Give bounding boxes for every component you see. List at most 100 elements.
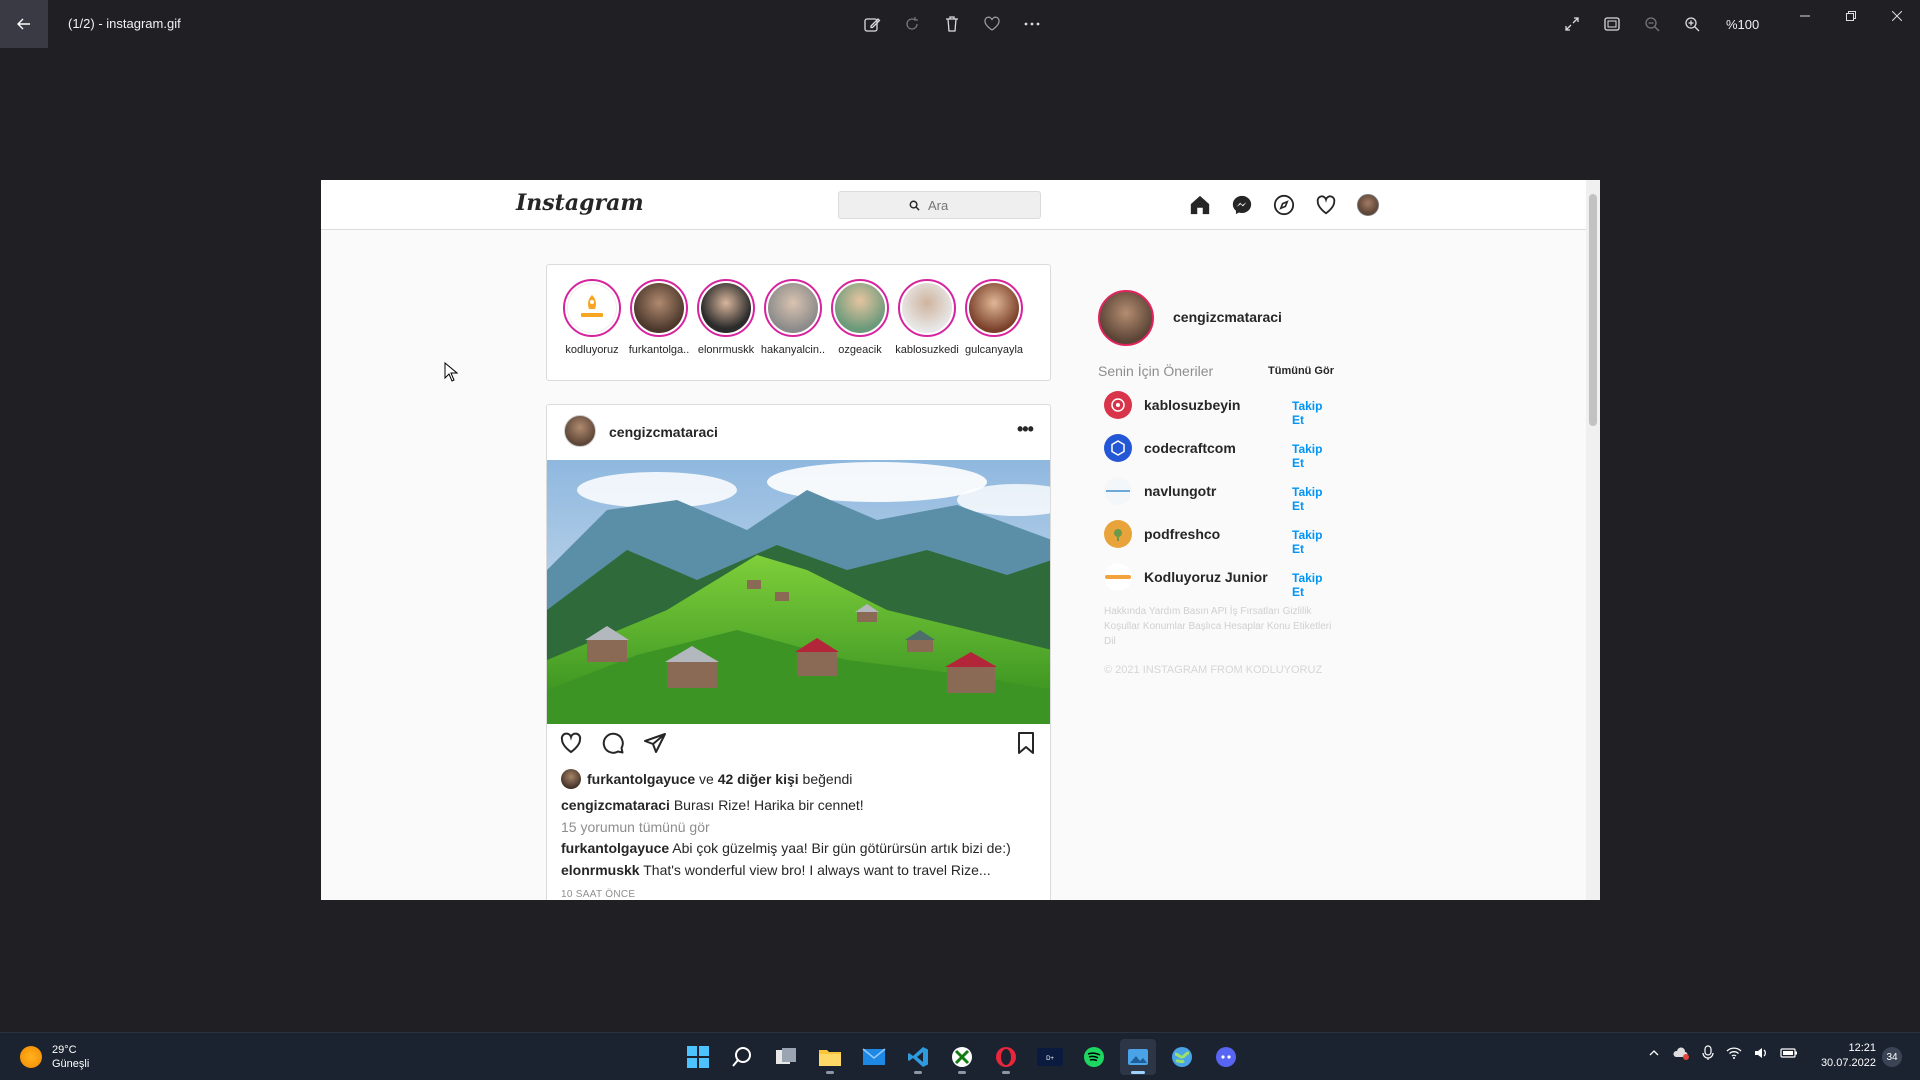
chevron-up-icon[interactable] <box>1648 1047 1660 1059</box>
minimize-icon <box>1800 15 1810 17</box>
close-icon <box>1892 11 1902 21</box>
fit-icon[interactable] <box>1600 10 1624 38</box>
comment-item: furkantolgayuce Abi çok güzelmiş yaa! Bi… <box>561 840 1011 856</box>
post-caption: cengizcmataraci Burası Rize! Harika bir … <box>561 797 864 813</box>
navlungotr-logo[interactable] <box>1104 477 1132 505</box>
rotate-icon[interactable] <box>900 10 924 38</box>
kodluyoruz-junior-logo[interactable] <box>1104 563 1132 591</box>
current-username[interactable]: cengizcmataraci <box>1173 309 1282 325</box>
clock-date: 30.07.2022 <box>1820 1057 1876 1069</box>
opera-icon[interactable] <box>988 1039 1024 1075</box>
footer-links[interactable]: Hakkında Yardım Basın API İş Fırsatları … <box>1104 604 1334 649</box>
current-user-avatar[interactable] <box>1098 290 1154 346</box>
liker-username[interactable]: furkantolgayuce <box>587 771 695 787</box>
story-item[interactable]: kodluyoruz <box>557 279 627 356</box>
system-tray <box>1648 1045 1798 1061</box>
post-avatar[interactable] <box>564 415 596 447</box>
follow-button[interactable]: Takip Et <box>1292 528 1334 556</box>
follow-button[interactable]: Takip Et <box>1292 571 1334 599</box>
more-icon[interactable] <box>1020 10 1044 38</box>
bookmark-icon[interactable] <box>1013 730 1039 756</box>
start-icon[interactable] <box>680 1039 716 1075</box>
suggestion-item: Kodluyoruz Junior Takip Et <box>1104 559 1334 599</box>
story-item[interactable]: hakanyalcin.. <box>758 279 828 356</box>
post-username[interactable]: cengizcmataraci <box>609 424 718 440</box>
clock[interactable]: 12:21 30.07.2022 <box>1812 1041 1876 1071</box>
story-avatar <box>835 283 885 333</box>
post-photo <box>547 460 1050 724</box>
story-avatar <box>701 283 751 333</box>
scrollbar-thumb[interactable] <box>1589 194 1597 426</box>
image-scrollbar[interactable] <box>1586 180 1600 900</box>
post-actions <box>547 728 1050 758</box>
microphone-icon[interactable] <box>1702 1045 1714 1061</box>
see-all-link[interactable]: Tümünü Gör <box>1268 365 1334 377</box>
podfreshco-logo[interactable] <box>1104 520 1132 548</box>
onedrive-icon[interactable] <box>1672 1046 1690 1060</box>
view-all-comments-link[interactable]: 15 yorumun tümünü gör <box>561 819 710 835</box>
zoom-level[interactable]: %100 <box>1726 17 1759 32</box>
vscode-icon[interactable] <box>900 1039 936 1075</box>
mouse-cursor-icon <box>444 361 459 387</box>
kablosuzbeyin-logo[interactable] <box>1104 391 1132 419</box>
liker-avatar <box>561 769 581 789</box>
weather-widget[interactable]: 29°C Güneşli <box>20 1043 89 1071</box>
zoom-in-icon[interactable] <box>1680 10 1704 38</box>
suggestion-item: podfreshco Takip Et <box>1104 516 1334 556</box>
story-avatar <box>634 283 684 333</box>
volume-icon[interactable] <box>1754 1046 1768 1060</box>
story-item[interactable]: kablosuzkedi <box>892 279 962 356</box>
like-icon[interactable] <box>558 730 584 756</box>
share-icon[interactable] <box>642 730 668 756</box>
search-icon[interactable] <box>724 1039 760 1075</box>
heart-icon[interactable] <box>1314 193 1338 217</box>
task-view-icon[interactable] <box>768 1039 804 1075</box>
weather-condition: Güneşli <box>52 1058 90 1070</box>
likes-count[interactable]: 42 diğer kişi <box>718 771 799 787</box>
mail-icon[interactable] <box>856 1039 892 1075</box>
minimize-button[interactable] <box>1782 0 1828 32</box>
close-button[interactable] <box>1874 0 1920 32</box>
file-title: (1/2) - instagram.gif <box>68 16 181 31</box>
explore-icon[interactable] <box>1272 193 1296 217</box>
home-icon[interactable] <box>1188 193 1212 217</box>
zoom-out-icon[interactable] <box>1640 10 1664 38</box>
restore-icon <box>1846 11 1856 21</box>
profile-avatar[interactable] <box>1356 193 1380 217</box>
maps-icon[interactable] <box>1164 1039 1200 1075</box>
story-item[interactable]: ozgeacik <box>825 279 895 356</box>
post-options-icon[interactable]: ••• <box>1017 419 1034 440</box>
battery-icon[interactable] <box>1780 1047 1798 1059</box>
story-item[interactable]: gulcanyayla <box>959 279 1029 356</box>
notification-badge[interactable]: 34 <box>1882 1047 1902 1067</box>
favorite-icon[interactable] <box>980 10 1004 38</box>
search-input[interactable] <box>928 197 1028 213</box>
spotify-icon[interactable] <box>1076 1039 1112 1075</box>
messenger-icon[interactable] <box>1230 193 1254 217</box>
instagram-logo: Instagram <box>516 190 644 216</box>
post-header: cengizcmataraci ••• <box>547 405 1050 459</box>
delete-icon[interactable] <box>940 10 964 38</box>
comment-icon[interactable] <box>600 730 626 756</box>
discord-icon[interactable] <box>1208 1039 1244 1075</box>
follow-button[interactable]: Takip Et <box>1292 442 1334 470</box>
follow-button[interactable]: Takip Et <box>1292 399 1334 427</box>
stories-tray: kodluyoruz furkantolga.. elonrmuskk haka… <box>546 264 1051 381</box>
search-box[interactable] <box>838 191 1041 219</box>
photos-icon[interactable] <box>1120 1039 1156 1075</box>
file-explorer-icon[interactable] <box>812 1039 848 1075</box>
story-item[interactable]: elonrmuskk <box>691 279 761 356</box>
suggestion-item: navlungotr Takip Et <box>1104 473 1334 513</box>
codecraftcom-logo[interactable] <box>1104 434 1132 462</box>
arrow-left-icon <box>17 18 30 30</box>
disney-plus-icon[interactable]: D+ <box>1032 1039 1068 1075</box>
wifi-icon[interactable] <box>1726 1046 1742 1060</box>
fullscreen-icon[interactable] <box>1560 10 1584 38</box>
follow-button[interactable]: Takip Et <box>1292 485 1334 513</box>
back-button[interactable] <box>0 0 48 48</box>
edit-icon[interactable] <box>860 10 884 38</box>
story-item[interactable]: furkantolga.. <box>624 279 694 356</box>
restore-button[interactable] <box>1828 0 1874 32</box>
story-avatar <box>902 283 952 333</box>
xbox-icon[interactable] <box>944 1039 980 1075</box>
